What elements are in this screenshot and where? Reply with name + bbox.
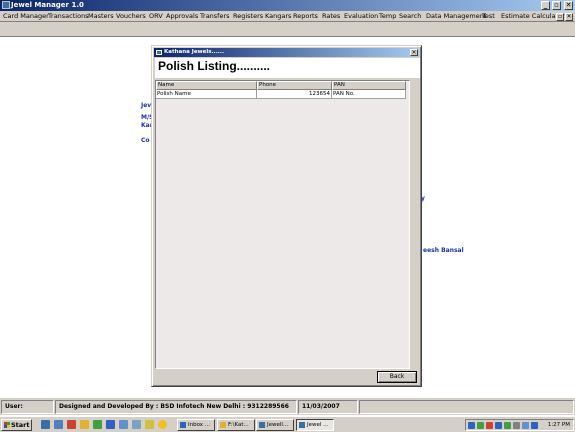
background-text: eesh Bansal — [423, 247, 464, 254]
media-icon[interactable] — [67, 420, 76, 429]
folder-icon[interactable] — [80, 420, 89, 429]
restore-button[interactable]: ▫ — [552, 1, 561, 10]
explorer-icon[interactable] — [54, 420, 63, 429]
cell-phone[interactable]: 123654 — [257, 90, 332, 99]
background-text: Jev — [141, 102, 152, 109]
menu-search[interactable]: Search — [399, 11, 421, 22]
speaker-icon[interactable] — [522, 422, 529, 429]
menu-transactions[interactable]: Transactions — [48, 11, 89, 22]
menu-approvals[interactable]: Approvals — [166, 11, 198, 22]
menu-reports[interactable]: Reports — [293, 11, 318, 22]
dialog-title: Kathana Jewels...... — [164, 49, 225, 55]
tray-icon[interactable] — [477, 422, 484, 429]
app-icon — [259, 422, 265, 428]
close-button[interactable]: ✕ — [564, 1, 573, 10]
column-header-phone[interactable]: Phone — [257, 81, 332, 90]
toolbar-strip — [0, 22, 575, 37]
menu-registers[interactable]: Registers — [233, 11, 263, 22]
column-header-name[interactable]: Name — [156, 81, 257, 90]
dialog-close-button[interactable]: ✕ — [410, 49, 418, 56]
back-button[interactable]: Back — [377, 371, 417, 383]
app-launch-icon[interactable] — [93, 420, 102, 429]
clock[interactable]: 1:27 PM — [548, 420, 570, 430]
messenger-icon[interactable] — [158, 420, 167, 429]
dialog-icon — [156, 50, 162, 55]
taskbar: Start Inbox ... F:\Kat... Jewell... Jewe… — [0, 416, 575, 432]
menu-bar: Card Manager Transactions Masters Vouche… — [0, 11, 575, 22]
task-label: Jewell... — [267, 422, 289, 428]
mdi-close-icon[interactable]: ✕ — [565, 13, 573, 21]
task-inbox[interactable]: Inbox ... — [177, 419, 215, 431]
menu-data-management[interactable]: Data Management — [426, 11, 486, 22]
menu-kangars[interactable]: Kangars — [265, 11, 291, 22]
menu-masters[interactable]: Masters — [88, 11, 114, 22]
outlook-icon[interactable] — [106, 420, 115, 429]
status-date: 11/03/2007 — [298, 400, 358, 414]
menu-rates[interactable]: Rates — [322, 11, 340, 22]
column-header-pan[interactable]: PAN — [332, 81, 406, 90]
tray-icon[interactable] — [495, 422, 502, 429]
grid-header: Name Phone PAN — [156, 81, 406, 90]
search-icon[interactable] — [119, 420, 128, 429]
system-tray: 1:27 PM — [465, 419, 574, 431]
task-folder[interactable]: F:\Kat... — [217, 419, 255, 431]
menu-card-manager[interactable]: Card Manager — [3, 11, 49, 22]
page-title: Polish Listing.......... — [158, 59, 271, 73]
menu-evaluation[interactable]: Evaluation — [344, 11, 378, 22]
start-label: Start — [11, 421, 30, 429]
app-title-bar: Jewel Manager 1.0 _ ▫ ✕ — [0, 0, 575, 11]
task-label: Jewel ... — [307, 422, 329, 428]
cell-pan[interactable]: PAN No. — [332, 90, 406, 99]
polish-listing-dialog: Kathana Jewels...... ✕ Polish Listing...… — [151, 45, 422, 387]
status-credit: Designed and Developed By : BSD Infotech… — [55, 400, 297, 414]
menu-test[interactable]: Test — [482, 11, 495, 22]
windows-flag-icon — [4, 422, 10, 428]
app-title: Jewel Manager 1.0 — [11, 1, 84, 9]
table-row[interactable]: Polish Name 123654 PAN No. — [156, 90, 406, 99]
folder-icon — [220, 422, 226, 428]
task-label: F:\Kat... — [228, 422, 249, 428]
status-user: User: — [1, 400, 54, 414]
cell-name[interactable]: Polish Name — [156, 90, 257, 99]
background-text: Co — [141, 137, 150, 144]
status-bar: User: Designed and Developed By : BSD In… — [0, 397, 575, 415]
network-icon[interactable] — [531, 422, 538, 429]
menu-vouchers[interactable]: Vouchers — [116, 11, 146, 22]
ie-icon[interactable] — [41, 420, 50, 429]
mdi-window-controls: ▫ ✕ — [555, 12, 573, 21]
app-icon — [2, 1, 10, 9]
tray-icon[interactable] — [513, 422, 520, 429]
task-label: Inbox ... — [188, 422, 211, 428]
status-empty-panel — [359, 400, 574, 414]
menu-transfers[interactable]: Transfers — [200, 11, 230, 22]
polish-grid[interactable]: Name Phone PAN Polish Name 123654 PAN No… — [155, 80, 410, 369]
task-jewell[interactable]: Jewell... — [256, 419, 294, 431]
app-icon — [299, 422, 305, 428]
menu-orv[interactable]: ORV — [149, 11, 163, 22]
minimize-button[interactable]: _ — [541, 1, 550, 10]
tray-icon[interactable] — [468, 422, 475, 429]
tray-icon[interactable] — [486, 422, 493, 429]
dialog-header: Polish Listing.......... — [155, 58, 420, 78]
music-icon[interactable] — [132, 420, 141, 429]
dialog-title-bar[interactable]: Kathana Jewels...... ✕ — [154, 48, 419, 57]
tool-icon[interactable] — [145, 420, 154, 429]
task-jewel-active[interactable]: Jewel ... — [296, 419, 334, 431]
menu-temp[interactable]: Temp — [379, 11, 396, 22]
tray-icon[interactable] — [504, 422, 511, 429]
inbox-icon — [180, 422, 186, 428]
mdi-restore-icon[interactable]: ▫ — [556, 13, 564, 21]
start-button[interactable]: Start — [1, 419, 32, 431]
